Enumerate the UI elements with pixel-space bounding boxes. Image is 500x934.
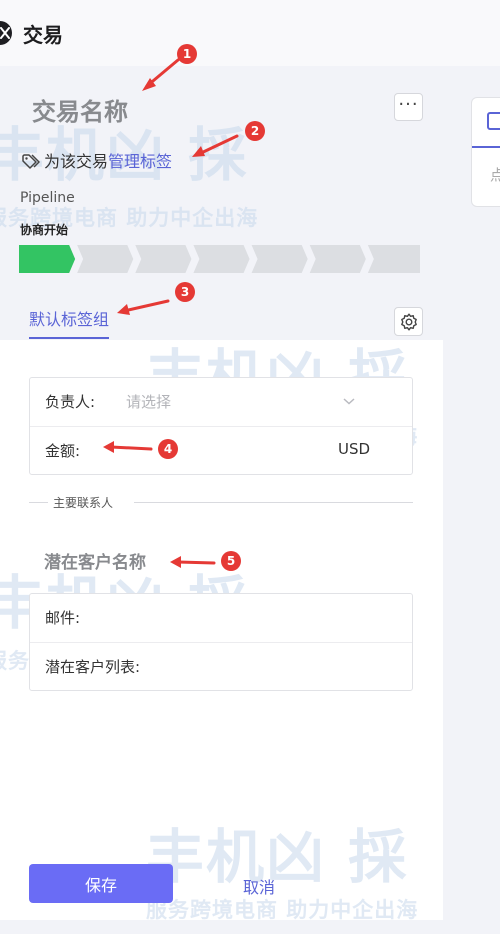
primary-contact-label: 主要联系人 <box>53 496 114 510</box>
deal-name: 交易名称 <box>32 98 128 126</box>
annotation-badge-1: 1 <box>177 44 197 64</box>
save-button[interactable]: 保存 <box>29 864 173 903</box>
pipeline-segment[interactable] <box>135 245 192 273</box>
pipeline-segment[interactable] <box>19 245 76 273</box>
header-bar: 交易 <box>0 0 500 66</box>
chevron-down-icon[interactable] <box>342 396 356 406</box>
lead-list-label: 潜在客户列表: <box>45 658 141 676</box>
manage-tags-link[interactable]: 管理标签 <box>108 152 172 171</box>
annotation-badge-5: 5 <box>221 551 241 571</box>
email-field[interactable]: 邮件: <box>30 594 412 642</box>
tag-prefix: 为该交易 <box>44 152 109 171</box>
pipeline-progress[interactable] <box>19 245 420 273</box>
right-card-text: 点 <box>490 166 500 184</box>
right-card-active-bar <box>472 146 500 148</box>
pipeline-segment[interactable] <box>309 245 366 273</box>
tag-icon <box>22 154 40 169</box>
email-label: 邮件: <box>45 609 81 627</box>
tab-default-group[interactable]: 默认标签组 <box>29 306 110 339</box>
more-options-button[interactable]: ··· <box>394 93 423 121</box>
annotation-badge-3: 3 <box>175 282 195 302</box>
document-icon <box>487 112 500 130</box>
annotation-badge-4: 4 <box>158 439 178 459</box>
cancel-button[interactable]: 取消 <box>243 874 275 898</box>
pipeline-segment[interactable] <box>193 245 250 273</box>
pipeline-label: Pipeline <box>20 190 75 206</box>
pipeline-segment[interactable] <box>77 245 134 273</box>
pipeline-segment[interactable] <box>367 245 420 273</box>
lead-name: 潜在客户名称 <box>44 553 146 573</box>
right-card[interactable]: 点 <box>471 97 500 207</box>
owner-label: 负责人: <box>45 393 96 411</box>
close-icon <box>0 27 10 39</box>
pipeline-stage-label: 协商开始 <box>20 223 69 237</box>
lead-list-field[interactable]: 潜在客户列表: <box>30 642 412 690</box>
settings-button[interactable] <box>394 307 423 336</box>
pipeline-segment[interactable] <box>251 245 308 273</box>
owner-select[interactable]: 请选择 <box>126 391 171 412</box>
back-button[interactable] <box>0 21 12 45</box>
tag-row: 为该交易管理标签 <box>22 148 172 172</box>
divider <box>29 502 48 503</box>
amount-field[interactable]: 金额: USD <box>30 426 412 474</box>
annotation-badge-2: 2 <box>245 121 265 141</box>
gear-icon <box>401 313 417 331</box>
deal-fields-box: 负责人: 请选择 金额: USD <box>29 377 413 475</box>
currency-label: USD <box>338 440 371 458</box>
owner-field[interactable]: 负责人: 请选择 <box>30 378 412 426</box>
contact-fields-box: 邮件: 潜在客户列表: <box>29 593 413 691</box>
amount-label: 金额: <box>45 442 81 460</box>
header-title: 交易 <box>23 23 63 47</box>
divider <box>134 502 413 503</box>
